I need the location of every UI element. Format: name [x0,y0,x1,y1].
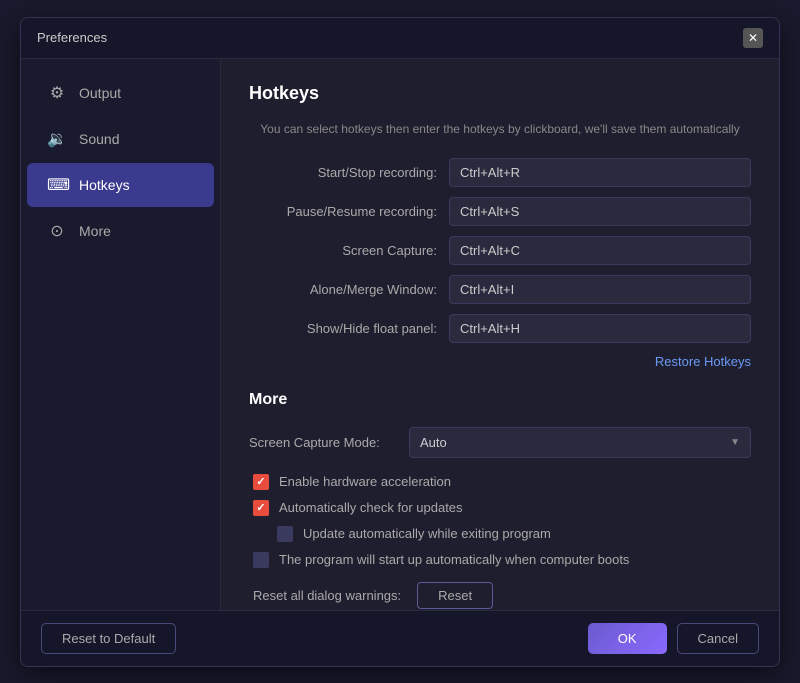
checkbox-startup-row: The program will start up automatically … [249,552,751,568]
sidebar-item-sound[interactable]: 🔉 Sound [27,117,214,161]
checkbox-update-on-exit-row: Update automatically while exiting progr… [249,526,751,542]
reset-dialog-button[interactable]: Reset [417,582,493,609]
screen-capture-mode-label: Screen Capture Mode: [249,435,409,450]
hotkeys-section-title: Hotkeys [249,83,751,104]
hotkeys-hint: You can select hotkeys then enter the ho… [249,120,751,138]
reset-dialog-row: Reset all dialog warnings: Reset [253,582,751,609]
sound-icon: 🔉 [47,129,67,149]
dropdown-arrow-icon: ▼ [730,437,740,448]
dialog-title: Preferences [37,30,107,45]
main-content: Hotkeys You can select hotkeys then ente… [221,59,779,610]
hotkey-input-alone-merge[interactable] [449,275,751,304]
cancel-button[interactable]: Cancel [677,623,759,654]
checkmark-icon: ✓ [256,475,265,488]
hotkey-label-pause-resume: Pause/Resume recording: [249,204,449,219]
restore-hotkeys-container: Restore Hotkeys [249,353,751,371]
hotkey-input-pause-resume[interactable] [449,197,751,226]
sidebar-item-hotkeys[interactable]: ⌨ Hotkeys [27,163,214,207]
checkbox-auto-update[interactable]: ✓ [253,500,269,516]
hotkey-row-start-stop: Start/Stop recording: [249,158,751,187]
sidebar-item-label: Output [79,85,121,101]
checkbox-auto-update-row: ✓ Automatically check for updates [249,500,751,516]
checkbox-hw-accel-label: Enable hardware acceleration [279,474,451,489]
close-button[interactable]: ✕ [743,28,763,48]
hotkey-label-alone-merge: Alone/Merge Window: [249,282,449,297]
screen-capture-mode-row: Screen Capture Mode: Auto ▼ [249,427,751,458]
hotkey-label-screen-capture: Screen Capture: [249,243,449,258]
reset-dialog-label: Reset all dialog warnings: [253,588,401,603]
checkbox-auto-update-label: Automatically check for updates [279,500,463,515]
ok-button[interactable]: OK [588,623,667,654]
checkmark-icon: ✓ [256,501,265,514]
sidebar-item-more[interactable]: ⊙ More [27,209,214,253]
hotkey-row-alone-merge: Alone/Merge Window: [249,275,751,304]
preferences-dialog: Preferences ✕ ⚙ Output 🔉 Sound ⌨ Hotkeys… [20,17,780,667]
checkbox-update-on-exit-label: Update automatically while exiting progr… [303,526,551,541]
hotkey-label-show-hide: Show/Hide float panel: [249,321,449,336]
hotkey-input-start-stop[interactable] [449,158,751,187]
footer-right: OK Cancel [588,623,759,654]
dialog-footer: Reset to Default OK Cancel [21,610,779,666]
checkbox-update-on-exit[interactable] [277,526,293,542]
more-section-title: More [249,391,751,409]
reset-to-default-button[interactable]: Reset to Default [41,623,176,654]
checkbox-startup-label: The program will start up automatically … [279,552,629,567]
hotkey-input-screen-capture[interactable] [449,236,751,265]
checkbox-hw-accel-row: ✓ Enable hardware acceleration [249,474,751,490]
checkbox-startup[interactable] [253,552,269,568]
hotkey-label-start-stop: Start/Stop recording: [249,165,449,180]
screen-capture-mode-select[interactable]: Auto ▼ [409,427,751,458]
hotkey-row-pause-resume: Pause/Resume recording: [249,197,751,226]
footer-left: Reset to Default [41,623,176,654]
sidebar: ⚙ Output 🔉 Sound ⌨ Hotkeys ⊙ More [21,59,221,610]
keyboard-icon: ⌨ [47,175,67,195]
screen-capture-mode-value: Auto [420,435,447,450]
hotkey-row-show-hide: Show/Hide float panel: [249,314,751,343]
title-bar: Preferences ✕ [21,18,779,59]
sidebar-item-label: Sound [79,131,119,147]
gear-icon: ⚙ [47,83,67,103]
dialog-body: ⚙ Output 🔉 Sound ⌨ Hotkeys ⊙ More Hotkey… [21,59,779,610]
sidebar-item-label: More [79,223,111,239]
restore-hotkeys-link[interactable]: Restore Hotkeys [655,354,751,369]
more-icon: ⊙ [47,221,67,241]
sidebar-item-label: Hotkeys [79,177,130,193]
hotkey-row-screen-capture: Screen Capture: [249,236,751,265]
checkbox-hw-accel[interactable]: ✓ [253,474,269,490]
hotkey-input-show-hide[interactable] [449,314,751,343]
sidebar-item-output[interactable]: ⚙ Output [27,71,214,115]
